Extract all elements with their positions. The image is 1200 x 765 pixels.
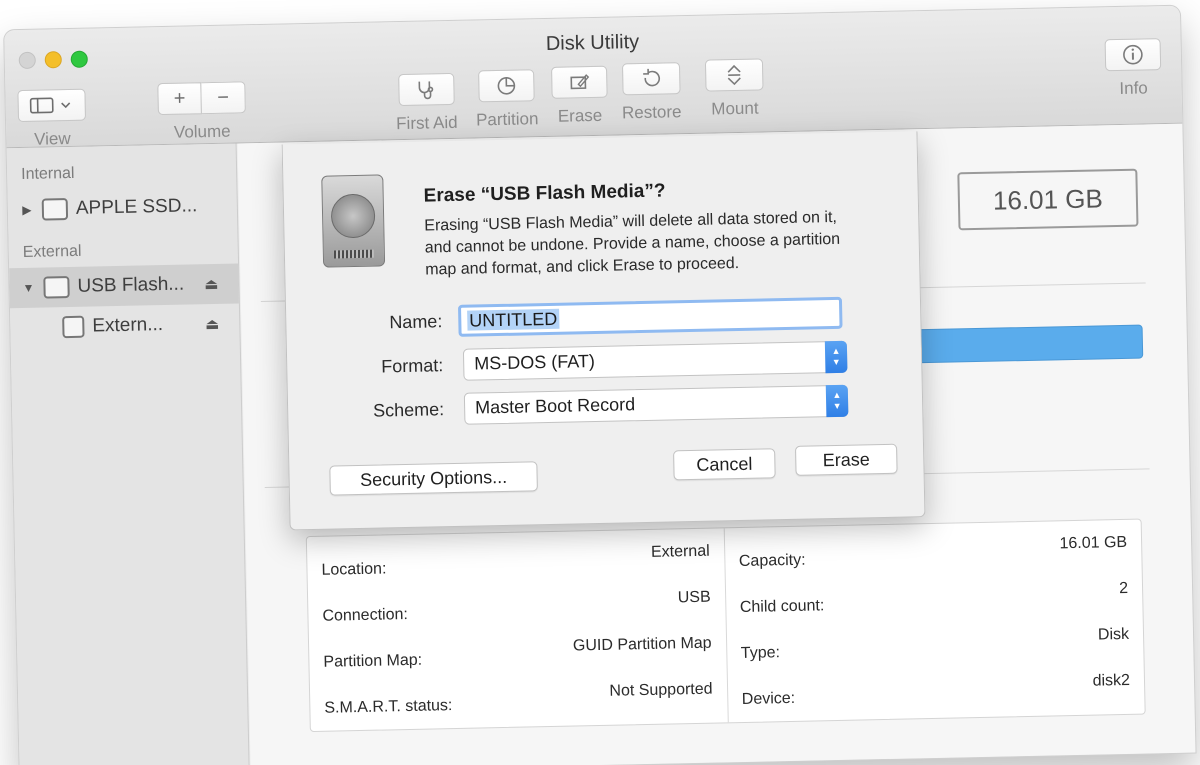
sidebar-header-internal: Internal — [20, 164, 75, 183]
info-row-device: Device: disk2 — [741, 662, 1131, 716]
capacity-display: 16.01 GB — [957, 168, 1139, 231]
restore-group: Restore — [621, 62, 682, 123]
mount-button[interactable] — [704, 58, 764, 92]
info-value: External — [650, 542, 710, 561]
eject-icon[interactable]: ⏏ — [205, 315, 220, 333]
name-label: Name: — [389, 311, 443, 333]
erase-group: Erase — [551, 65, 608, 127]
pie-icon — [497, 77, 516, 95]
info-row-smart-status: S.M.A.R.T. status: Not Supported — [324, 671, 713, 725]
info-value: GUID Partition Map — [572, 634, 712, 655]
restore-button[interactable] — [621, 62, 681, 96]
restore-label: Restore — [621, 102, 682, 123]
name-row: Name: UNTITLED — [286, 295, 921, 342]
add-volume-button[interactable]: + — [157, 82, 202, 116]
info-label: S.M.A.R.T. status: — [324, 697, 453, 717]
volume-label: Volume — [173, 121, 231, 142]
info-row-connection: Connection: USB — [322, 579, 711, 633]
disclosure-triangle-icon[interactable]: ▶ — [18, 203, 36, 217]
sidebar: Internal ▶ APPLE SSD... External ▼ USB F… — [6, 143, 250, 765]
sidebar-item-label: USB Flash... — [77, 273, 185, 297]
mount-label: Mount — [711, 98, 759, 119]
scheme-label: Scheme: — [372, 399, 445, 421]
info-value: 16.01 GB — [1059, 533, 1128, 553]
internal-disk-icon — [41, 198, 69, 221]
info-group: Info — [1104, 38, 1162, 99]
popup-arrows-icon: ▲ ▼ — [825, 384, 849, 418]
info-row-capacity: Capacity: 16.01 GB — [738, 524, 1128, 578]
info-label: Child count: — [739, 597, 825, 617]
sidebar-header-external: External — [22, 242, 82, 261]
scheme-popup[interactable]: Master Boot Record ▲ ▼ — [463, 384, 849, 425]
erase-icon — [570, 74, 590, 90]
info-label: Capacity: — [738, 551, 806, 571]
format-row: Format: MS-DOS (FAT) ▲ ▼ — [287, 339, 922, 386]
sidebar-item-label: APPLE SSD... — [75, 195, 198, 219]
disk-utility-window: Disk Utility View + − Volume First Aid P… — [4, 5, 1196, 765]
format-label: Format: — [381, 355, 444, 377]
partition-group: Partition — [475, 69, 539, 130]
window-title: Disk Utility — [545, 31, 640, 55]
hard-drive-icon — [321, 174, 386, 268]
erase-button[interactable] — [551, 65, 608, 99]
usage-bar — [912, 324, 1144, 364]
format-value: MS-DOS (FAT) — [474, 351, 596, 374]
info-label: Connection: — [322, 605, 409, 625]
info-label: Location: — [321, 560, 387, 579]
name-field-value: UNTITLED — [467, 308, 560, 331]
name-field[interactable]: UNTITLED — [457, 296, 843, 337]
info-label: Info — [1119, 78, 1148, 98]
remove-volume-button[interactable]: − — [201, 81, 246, 115]
dialog-title: Erase “USB Flash Media”? — [423, 180, 666, 207]
format-popup[interactable]: MS-DOS (FAT) ▲ ▼ — [462, 340, 848, 381]
view-button[interactable] — [17, 88, 87, 123]
popup-arrows-icon: ▲ ▼ — [824, 340, 848, 374]
sidebar-item-usb-flash[interactable]: ▼ USB Flash... ⏏ — [9, 263, 239, 309]
first-aid-button[interactable] — [397, 72, 455, 107]
first-aid-group: First Aid — [395, 72, 458, 134]
external-disk-icon — [43, 276, 70, 299]
info-column-left: Location: External Connection: USB Parti… — [307, 528, 727, 731]
info-value: USB — [677, 588, 711, 607]
info-table: Location: External Connection: USB Parti… — [305, 518, 1146, 733]
info-label: Partition Map: — [323, 651, 423, 671]
info-row-partition-map: Partition Map: GUID Partition Map — [323, 625, 712, 679]
sidebar-item-external-volume[interactable]: Extern... ⏏ — [10, 303, 240, 348]
dialog-description: Erasing “USB Flash Media” will delete al… — [424, 208, 841, 279]
erase-confirm-button[interactable]: Erase — [795, 443, 898, 476]
sidebar-icon — [29, 97, 71, 114]
info-row-child-count: Child count: 2 — [739, 570, 1129, 624]
scheme-row: Scheme: Master Boot Record ▲ ▼ — [288, 383, 923, 430]
info-label: Device: — [741, 689, 796, 709]
erase-label: Erase — [557, 105, 603, 126]
info-label: Type: — [740, 644, 781, 663]
stethoscope-icon — [418, 81, 433, 100]
info-value: Not Supported — [609, 680, 713, 700]
mount-group: Mount — [704, 58, 764, 119]
volume-icon — [62, 315, 85, 339]
info-column-right: Capacity: 16.01 GB Child count: 2 Type: … — [723, 519, 1145, 723]
partition-button[interactable] — [478, 69, 535, 103]
erase-dialog: Erase “USB Flash Media”? Erasing “USB Fl… — [281, 131, 926, 531]
info-value: 2 — [1118, 579, 1129, 598]
partition-label: Partition — [475, 109, 539, 130]
first-aid-label: First Aid — [395, 112, 458, 134]
info-value: disk2 — [1092, 671, 1131, 690]
cancel-button[interactable]: Cancel — [673, 448, 776, 481]
info-row-type: Type: Disk — [740, 616, 1130, 670]
scheme-value: Master Boot Record — [474, 394, 636, 418]
info-value: Disk — [1097, 625, 1130, 644]
info-row-location: Location: External — [321, 533, 710, 587]
sidebar-item-label: Extern... — [92, 314, 164, 337]
eject-icon[interactable]: ⏏ — [204, 275, 219, 293]
sidebar-item-apple-ssd[interactable]: ▶ APPLE SSD... — [7, 185, 237, 230]
volume-group: + − Volume — [157, 81, 246, 143]
mount-icon — [727, 64, 741, 86]
info-icon — [1123, 44, 1143, 65]
view-group: View — [17, 88, 87, 150]
info-button[interactable] — [1104, 38, 1162, 72]
restore-icon — [642, 68, 660, 87]
security-options-button[interactable]: Security Options... — [329, 461, 538, 496]
disclosure-triangle-open-icon[interactable]: ▼ — [19, 281, 37, 295]
